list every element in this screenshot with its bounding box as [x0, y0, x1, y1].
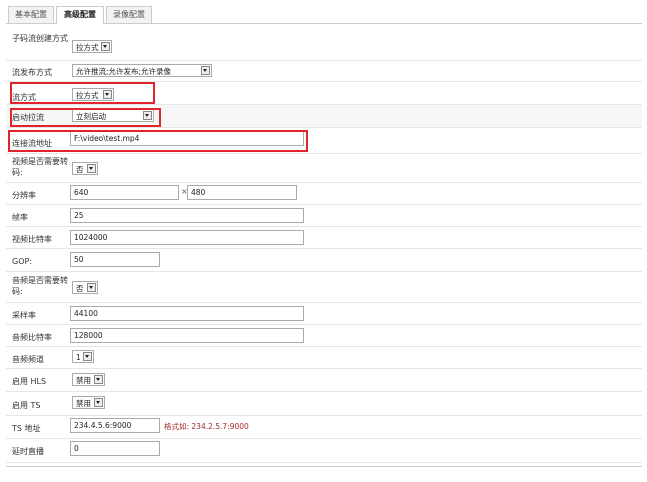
row-frame-rate: 帧率 25 [6, 205, 642, 227]
ts-addr-label: TS 地址 [12, 424, 41, 433]
chevron-down-icon [83, 352, 92, 361]
delay-live-input[interactable]: 0 [70, 441, 160, 456]
resolution-label: 分辨率 [12, 191, 36, 200]
row-video-bitrate: 视频比特率 1024000 [6, 227, 642, 249]
row-audio-bitrate: 音频比特率 128000 [6, 325, 642, 347]
substream-mode-label: 子码流创建方式 [12, 34, 68, 43]
highlight-box-start-pull [10, 108, 161, 127]
hls-select[interactable]: 禁用 [72, 373, 105, 386]
row-substream-mode: 子码流创建方式 拉方式 [6, 30, 642, 61]
chevron-down-icon [94, 375, 103, 384]
highlight-box-connect-url [8, 130, 308, 152]
video-transcode-label: 视频是否需要转码: [12, 157, 68, 177]
ts-addr-format-hint: 格式如: 234.2.5.7:9000 [164, 422, 249, 431]
row-hls: 启用 HLS 禁用 [6, 369, 642, 392]
chevron-down-icon [87, 164, 96, 173]
audio-transcode-value: 否 [76, 284, 84, 293]
row-delay-live: 延时直播 0 [6, 439, 642, 463]
row-resolution: 分辨率 640 × 480 [6, 183, 642, 205]
tab-bar: 基本配置 高级配置 录像配置 [6, 6, 642, 24]
video-bitrate-input[interactable]: 1024000 [70, 230, 304, 245]
row-audio-channels: 音频频道 1 [6, 347, 642, 369]
hls-value: 禁用 [76, 376, 91, 385]
delay-live-label: 延时直播 [12, 447, 44, 456]
audio-bitrate-input[interactable]: 128000 [70, 328, 304, 343]
row-publish-mode: 流发布方式 允许推流;允许发布;允许录像 [6, 61, 642, 82]
video-transcode-value: 否 [76, 165, 84, 174]
audio-bitrate-label: 音频比特率 [12, 333, 52, 342]
sample-rate-input[interactable]: 44100 [70, 306, 304, 321]
highlight-box-stream-mode [10, 82, 155, 104]
publish-mode-value: 允许推流;允许发布;允许录像 [76, 67, 172, 76]
resolution-width-input[interactable]: 640 [70, 185, 179, 200]
hls-label: 启用 HLS [12, 377, 47, 386]
ts-value: 禁用 [76, 399, 91, 408]
ts-addr-input[interactable]: 234.4.5.6:9000 [70, 418, 160, 433]
resolution-height-input[interactable]: 480 [187, 185, 297, 200]
publish-mode-label: 流发布方式 [12, 68, 52, 77]
form-bottom-divider [6, 466, 642, 467]
row-audio-transcode: 音频是否需要转码: 否 [6, 272, 642, 303]
chevron-down-icon [101, 42, 110, 51]
ts-select[interactable]: 禁用 [72, 396, 105, 409]
ts-label: 启用 TS [12, 401, 41, 410]
video-transcode-select[interactable]: 否 [72, 162, 98, 175]
row-ts: 启用 TS 禁用 [6, 392, 642, 416]
audio-channels-label: 音频频道 [12, 355, 44, 364]
chevron-down-icon [201, 66, 210, 75]
gop-input[interactable]: 50 [70, 252, 160, 267]
tab-basic-config[interactable]: 基本配置 [8, 6, 54, 23]
row-sample-rate: 采样率 44100 [6, 303, 642, 325]
row-video-transcode: 视频是否需要转码: 否 [6, 154, 642, 183]
tab-recording-config[interactable]: 录像配置 [106, 6, 152, 23]
chevron-down-icon [87, 283, 96, 292]
substream-mode-select[interactable]: 拉方式 [72, 40, 112, 53]
sample-rate-label: 采样率 [12, 311, 36, 320]
audio-transcode-label: 音频是否需要转码: [12, 276, 68, 296]
gop-label: GOP: [12, 257, 33, 266]
chevron-down-icon [94, 398, 103, 407]
substream-mode-value: 拉方式 [76, 43, 99, 52]
frame-rate-label: 帧率 [12, 213, 28, 222]
row-gop: GOP: 50 [6, 249, 642, 272]
frame-rate-input[interactable]: 25 [70, 208, 304, 223]
publish-mode-select[interactable]: 允许推流;允许发布;允许录像 [72, 64, 212, 77]
tab-advanced-config[interactable]: 高级配置 [56, 6, 104, 24]
row-ts-addr: TS 地址 234.4.5.6:9000 格式如: 234.2.5.7:9000 [6, 416, 642, 439]
audio-channels-select[interactable]: 1 [72, 350, 94, 363]
audio-channels-value: 1 [76, 353, 81, 362]
audio-transcode-select[interactable]: 否 [72, 281, 98, 294]
video-bitrate-label: 视频比特率 [12, 235, 52, 244]
